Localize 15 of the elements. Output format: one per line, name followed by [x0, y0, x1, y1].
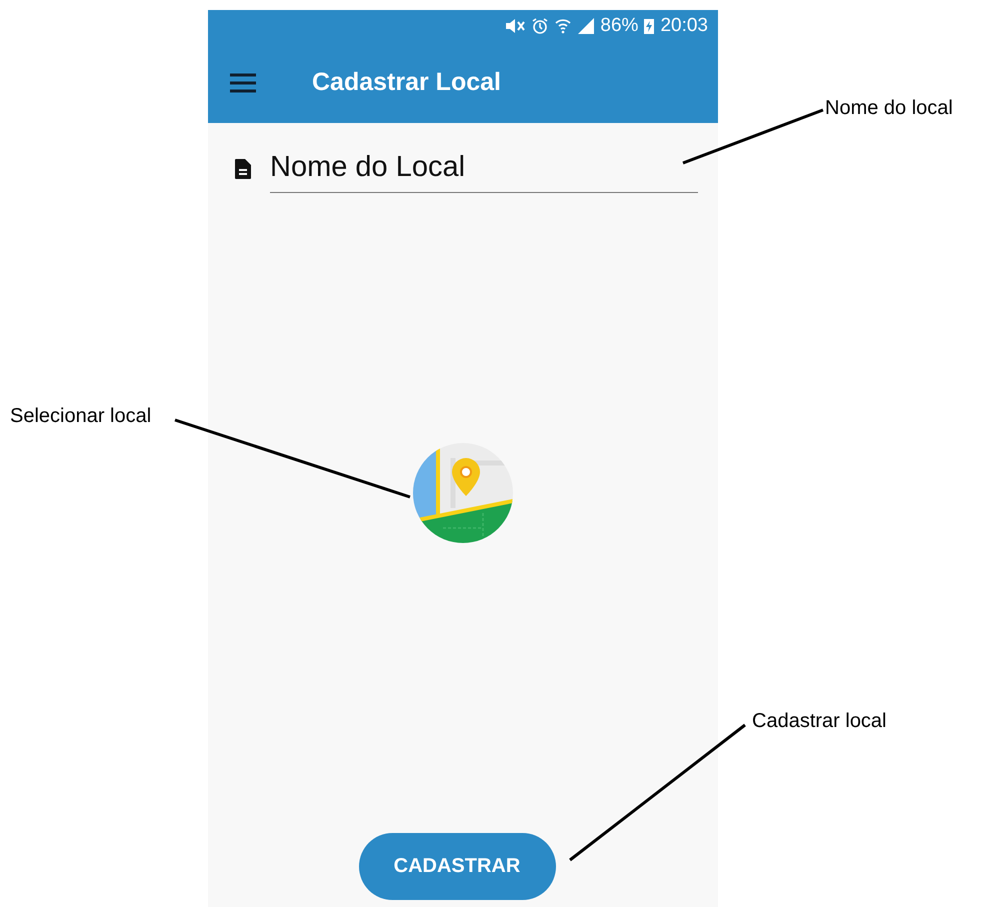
document-icon: [234, 158, 252, 180]
battery-level: 86%: [600, 15, 638, 37]
wifi-icon: [554, 17, 572, 35]
annotation-label: Cadastrar local: [752, 710, 887, 733]
clock-time: 20:03: [660, 15, 708, 37]
screen-title: Cadastrar Local: [312, 68, 501, 97]
annotation-label: Selecionar local: [10, 405, 152, 428]
place-name-field[interactable]: Nome do Local: [270, 145, 698, 193]
annotation-label: Nome do local: [825, 97, 953, 120]
register-button[interactable]: CADASTRAR: [358, 833, 556, 900]
menu-icon[interactable]: [229, 72, 257, 92]
alarm-icon: [531, 17, 550, 35]
mute-icon: [504, 17, 526, 35]
signal-icon: [577, 17, 596, 35]
battery-icon: [643, 17, 656, 35]
